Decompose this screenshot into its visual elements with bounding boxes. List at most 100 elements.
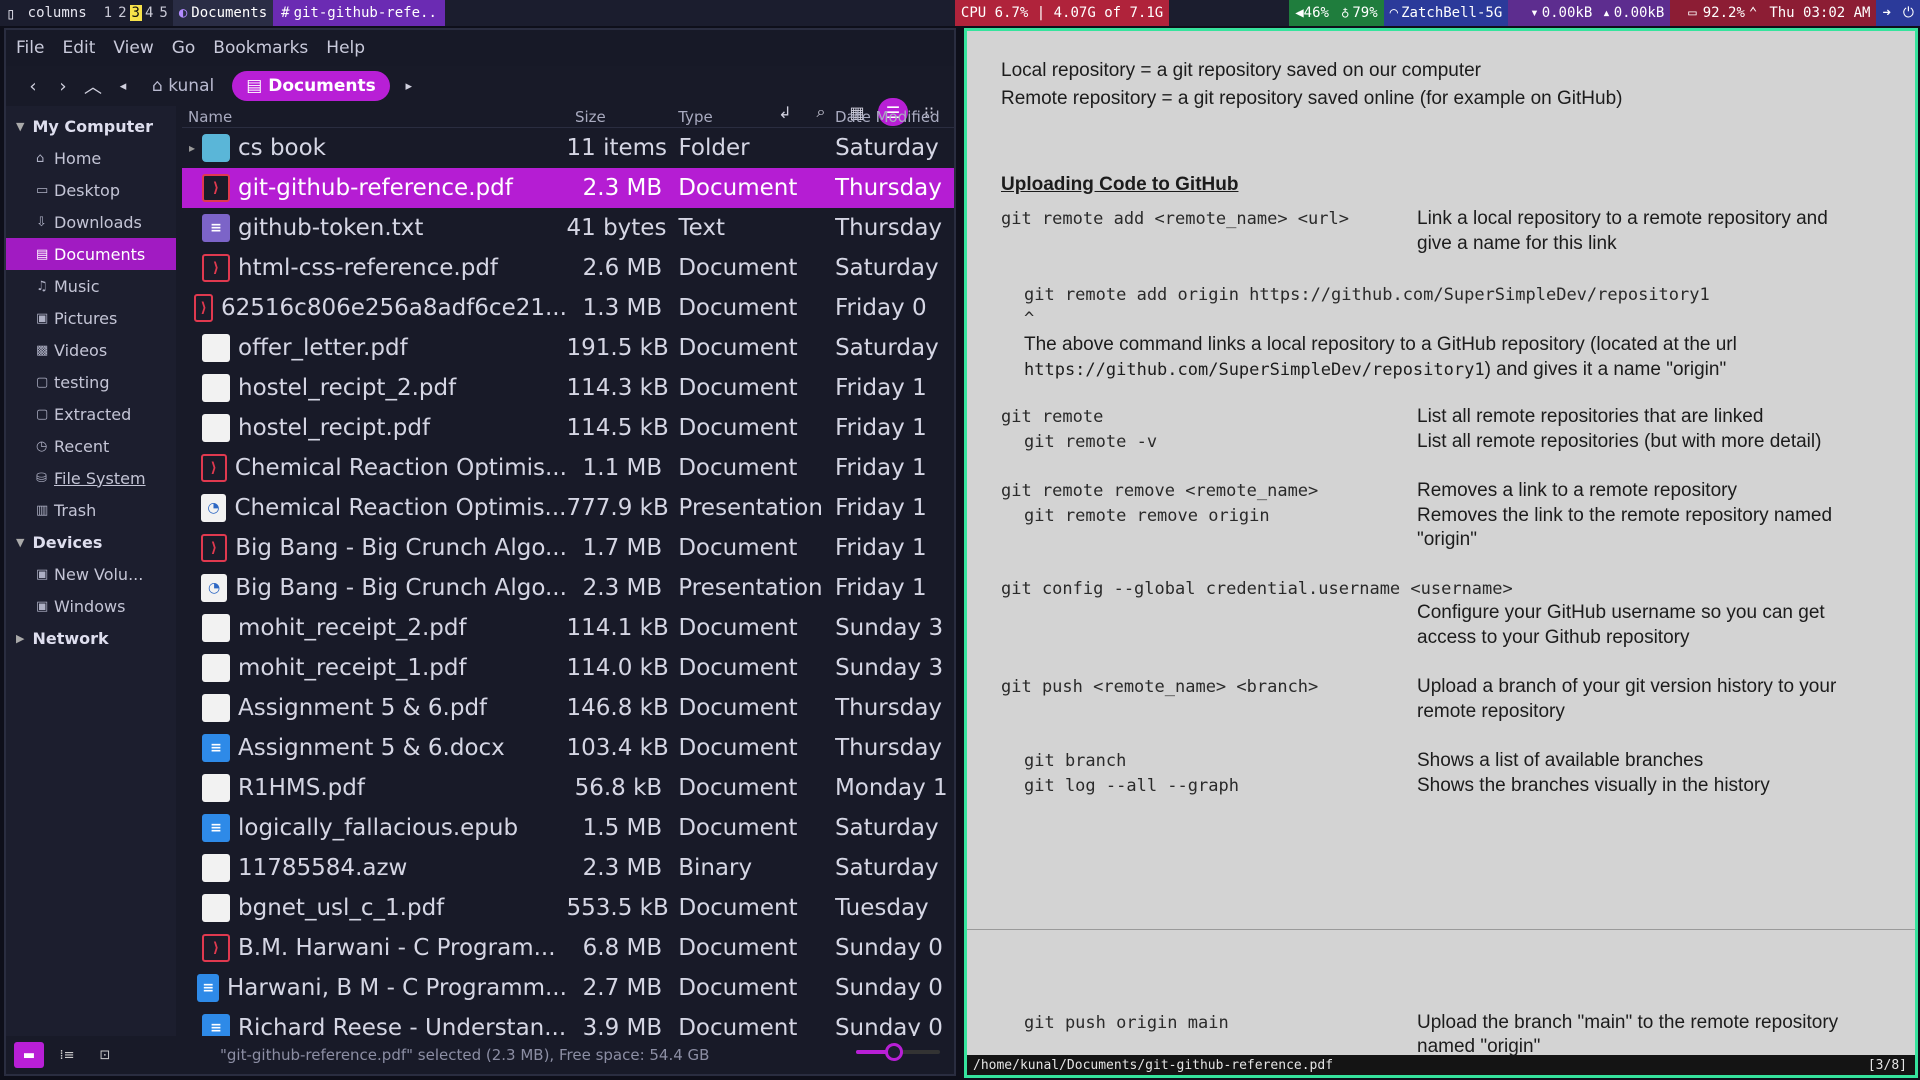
file-row[interactable]: mohit_receipt_1.pdf 114.0 kB Document Sunda… bbox=[182, 648, 954, 688]
file-date: Saturday bbox=[834, 855, 939, 881]
file-row[interactable]: R1HMS.pdf 56.8 kB Document Monday 1 bbox=[182, 768, 954, 808]
sidebar-item-desktop[interactable]: ▭ Desktop bbox=[6, 174, 176, 206]
workspace-2[interactable]: 2 bbox=[115, 5, 129, 21]
home-icon: ⌂ bbox=[36, 150, 45, 166]
sidebar-item-recent[interactable]: ◷ Recent bbox=[6, 430, 176, 462]
workspace-5[interactable]: 5 bbox=[156, 5, 170, 21]
folder-icon bbox=[202, 134, 230, 162]
file-row[interactable]: offer_letter.pdf 191.5 kB Document Saturday bbox=[182, 328, 954, 368]
menu-go[interactable]: Go bbox=[172, 38, 196, 58]
sidebar-section-2[interactable]: ▶ Network bbox=[6, 622, 176, 654]
column-type[interactable]: Type bbox=[672, 108, 835, 126]
expand-right-icon[interactable]: ▶ bbox=[16, 632, 24, 645]
file-row[interactable]: ⟩ Big Bang - Big Crunch Algo... 1.7 MB Docu… bbox=[182, 528, 954, 568]
clock[interactable]: Thu 03:02 AM bbox=[1763, 0, 1877, 26]
column-name[interactable]: Name bbox=[182, 108, 567, 126]
column-size[interactable]: Size bbox=[567, 108, 672, 126]
file-name-cell: ⟩ 62516c806e256a8adf6ce21... bbox=[182, 294, 567, 322]
workspace-3[interactable]: 3 bbox=[129, 5, 142, 21]
expand-folder-icon[interactable]: ▸ bbox=[182, 141, 202, 155]
file-row[interactable]: Assignment 5 & 6.pdf 146.8 kB Document Thur… bbox=[182, 688, 954, 728]
file-row[interactable]: hostel_recipt.pdf 114.5 kB Document Friday … bbox=[182, 408, 954, 448]
window-tab-pdf[interactable]: # git-github-refe.. bbox=[273, 0, 445, 26]
file-row[interactable]: ≡ Harwani, B M - C Programm... 2.7 MB Docum… bbox=[182, 968, 954, 1008]
file-row[interactable]: ⟩ git-github-reference.pdf 2.3 MB Document T… bbox=[182, 168, 954, 208]
sidebar-item-downloads[interactable]: ⇩ Downloads bbox=[6, 206, 176, 238]
brightness-widget[interactable]: ♁ 79% bbox=[1334, 0, 1384, 26]
file-name: Big Bang - Big Crunch Algo... bbox=[235, 575, 567, 601]
expand-down-icon[interactable]: ▼ bbox=[16, 120, 24, 133]
file-row[interactable]: ≡ Assignment 5 & 6.docx 103.4 kB Document Th… bbox=[182, 728, 954, 768]
sidebar-item-testing[interactable]: ▢ testing bbox=[6, 366, 176, 398]
file-rows: ▸ cs book 11 items Folder Saturday ⟩ git-githu… bbox=[182, 128, 954, 1036]
sidebar-section-1[interactable]: ▼ Devices bbox=[6, 526, 176, 558]
desc-remote: List all remote repositories that are li… bbox=[1417, 406, 1764, 427]
sidebar-item-music[interactable]: ♫ Music bbox=[6, 270, 176, 302]
zoom-slider[interactable] bbox=[856, 1043, 940, 1061]
up-icon[interactable]: ︿ bbox=[78, 73, 108, 99]
menu-edit[interactable]: Edit bbox=[62, 38, 95, 58]
explain-line-1: The above command links a local reposito… bbox=[1024, 334, 1737, 355]
file-row[interactable]: ◔ Chemical Reaction Optimis... 777.9 kB Pre… bbox=[182, 488, 954, 528]
hide-sidebar-icon[interactable]: ⊡ bbox=[90, 1042, 120, 1068]
file-row[interactable]: hostel_recipt_2.pdf 114.3 kB Document Frida… bbox=[182, 368, 954, 408]
sidebar-section-0[interactable]: ▼ My Computer bbox=[6, 110, 176, 142]
text-file-icon: ≡ bbox=[202, 214, 230, 242]
status-bar: ▬ ⁞≡ ⊡ "git-github-reference.pdf" select… bbox=[6, 1036, 954, 1074]
expand-down-icon[interactable]: ▼ bbox=[16, 536, 24, 549]
back-icon[interactable]: ‹ bbox=[18, 76, 48, 97]
breadcrumb-current[interactable]: ▤ Documents bbox=[232, 71, 390, 101]
menu-file[interactable]: File bbox=[16, 38, 44, 58]
file-row[interactable]: ≡ logically_fallacious.epub 1.5 MB Document… bbox=[182, 808, 954, 848]
file-row[interactable]: ≡ Richard Reese - Understan... 3.9 MB Docum… bbox=[182, 1008, 954, 1036]
file-row[interactable]: ⟩ Chemical Reaction Optimis... 1.1 MB Docum… bbox=[182, 448, 954, 488]
sidebar-item-extracted[interactable]: ▢ Extracted bbox=[6, 398, 176, 430]
forward-icon[interactable]: › bbox=[48, 76, 78, 97]
file-row[interactable]: 11785584.azw 2.3 MB Binary Saturday bbox=[182, 848, 954, 888]
layout-label[interactable]: columns bbox=[22, 0, 93, 26]
file-row[interactable]: ⟩ 62516c806e256a8adf6ce21... 1.3 MB Documen… bbox=[182, 288, 954, 328]
breadcrumb-parent[interactable]: ⌂ kunal bbox=[142, 72, 224, 100]
file-row[interactable]: ⟩ B.M. Harwani - C Program... 6.8 MB Docume… bbox=[182, 928, 954, 968]
file-row[interactable]: mohit_receipt_2.pdf 114.1 kB Document Sunda… bbox=[182, 608, 954, 648]
intro-line-2: Remote repository = a git repository sav… bbox=[1001, 88, 1623, 109]
wifi-widget[interactable]: ◠ ZatchBell-5G bbox=[1383, 0, 1509, 26]
column-date[interactable]: Date Modified bbox=[835, 108, 954, 126]
sidebar-item-trash[interactable]: ▥ Trash bbox=[6, 494, 176, 526]
file-size: 553.5 kB bbox=[566, 895, 669, 921]
sidebar-item-documents[interactable]: ▤ Documents bbox=[6, 238, 176, 270]
file-row[interactable]: bgnet_usl_c_1.pdf 553.5 kB Document Tuesday bbox=[182, 888, 954, 928]
menu-help[interactable]: Help bbox=[326, 38, 365, 58]
file-row[interactable]: ≡ github-token.txt 41 bytes Text Thursday bbox=[182, 208, 954, 248]
sidebar-item-videos[interactable]: ▩ Videos bbox=[6, 334, 176, 366]
tree-toggle-icon[interactable]: ⁞≡ bbox=[52, 1042, 82, 1068]
file-row[interactable]: ▸ cs book 11 items Folder Saturday bbox=[182, 128, 954, 168]
menu-bookmarks[interactable]: Bookmarks bbox=[213, 38, 308, 58]
sidebar-item-new-volu[interactable]: ▣ New Volu... bbox=[6, 558, 176, 590]
power-icon[interactable]: ⏻ bbox=[1896, 0, 1920, 26]
cmd-remote-add: git remote add <remote_name> <url> bbox=[1001, 209, 1349, 229]
sidebar-item-windows[interactable]: ▣ Windows bbox=[6, 590, 176, 622]
file-row[interactable]: ◔ Big Bang - Big Crunch Algo... 2.3 MB Pres… bbox=[182, 568, 954, 608]
places-toggle-icon[interactable]: ▬ bbox=[14, 1042, 44, 1068]
window-menu-icon[interactable]: ▯ bbox=[0, 0, 22, 26]
volume-widget[interactable]: ◀ 46% bbox=[1289, 0, 1335, 26]
zoom-handle[interactable] bbox=[884, 1043, 903, 1061]
blank-file-icon bbox=[202, 774, 230, 802]
workspace-1[interactable]: 1 bbox=[101, 5, 115, 21]
sidebar-item-file-system[interactable]: ⛁ File System bbox=[6, 462, 176, 494]
breadcrumb-left-icon[interactable]: ◂ bbox=[108, 79, 138, 94]
desktop-icon: ▭ bbox=[36, 182, 49, 198]
file-row[interactable]: ⟩ html-css-reference.pdf 2.6 MB Document Sat… bbox=[182, 248, 954, 288]
menu-view[interactable]: View bbox=[113, 38, 153, 58]
workspace-4[interactable]: 4 bbox=[142, 5, 156, 21]
file-date: Saturday bbox=[835, 335, 939, 361]
sidebar-item-home[interactable]: ⌂ Home bbox=[6, 142, 176, 174]
page-break bbox=[967, 929, 1915, 930]
logout-arrow-icon[interactable]: ➜ bbox=[1876, 0, 1897, 26]
sidebar-item-pictures[interactable]: ▣ Pictures bbox=[6, 302, 176, 334]
file-size: 1.7 MB bbox=[582, 535, 663, 561]
file-type: Document bbox=[678, 455, 798, 481]
window-tab-documents[interactable]: ◐ Documents bbox=[172, 0, 274, 26]
breadcrumb-right-icon[interactable]: ▸ bbox=[394, 79, 424, 94]
